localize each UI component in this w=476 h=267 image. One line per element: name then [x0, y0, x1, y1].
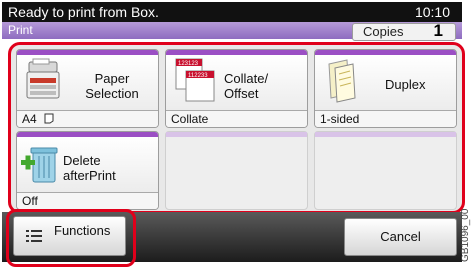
- list-icon: [26, 230, 42, 242]
- functions-button[interactable]: Functions: [13, 216, 126, 256]
- printer-icon: [26, 58, 60, 99]
- collate-offset-tile[interactable]: 123123 112233 Collate/ Offset Collate: [165, 49, 308, 128]
- copies-label: Copies: [363, 24, 404, 39]
- collate-sheets-icon: 123123 112233: [175, 58, 215, 102]
- svg-text:112233: 112233: [188, 73, 208, 79]
- function-panel: Paper Selection A4 123123 112233 Collate: [8, 42, 465, 214]
- duplex-tile[interactable]: Duplex 1-sided: [314, 49, 457, 128]
- duplex-label: Duplex: [385, 77, 426, 92]
- cancel-label: Cancel: [380, 229, 421, 244]
- empty-slot: [165, 131, 308, 210]
- paper-selection-label-line2: Selection: [85, 86, 139, 101]
- trash-icon: [21, 147, 58, 183]
- delete-after-print-tile[interactable]: Delete afterPrint Off: [16, 131, 159, 210]
- empty-slot: [314, 131, 457, 210]
- status-bar: Ready to print from Box. 10:10: [2, 2, 462, 22]
- collate-label-line1: Collate/: [224, 71, 269, 86]
- paper-selection-label-line1: Paper: [94, 71, 130, 86]
- cancel-button[interactable]: Cancel: [344, 218, 457, 256]
- collate-label-line2: Offset: [224, 86, 259, 101]
- figure-id: GB1096_00: [460, 208, 471, 262]
- paper-size-text: A4: [22, 112, 37, 126]
- delete-after-print-value: Off: [17, 192, 158, 209]
- collate-value: Collate: [166, 110, 307, 127]
- functions-label: Functions: [54, 223, 111, 238]
- duplex-pages-icon: [328, 59, 356, 103]
- copies-value: 1: [433, 21, 443, 40]
- copies-display: Copies 1: [352, 21, 456, 41]
- delete-label-line1: Delete: [63, 153, 101, 168]
- paper-selection-tile[interactable]: Paper Selection A4: [16, 49, 159, 128]
- paper-orientation-icon: [44, 113, 54, 124]
- paper-selection-value: A4: [17, 110, 158, 127]
- delete-label-line2: afterPrint: [63, 168, 116, 183]
- status-message: Ready to print from Box.: [8, 4, 159, 20]
- screen-title: Print: [8, 23, 33, 37]
- duplex-value: 1-sided: [315, 110, 456, 127]
- svg-text:123123: 123123: [178, 61, 199, 67]
- status-time: 10:10: [414, 4, 450, 20]
- title-bar: Print Copies 1: [2, 21, 462, 41]
